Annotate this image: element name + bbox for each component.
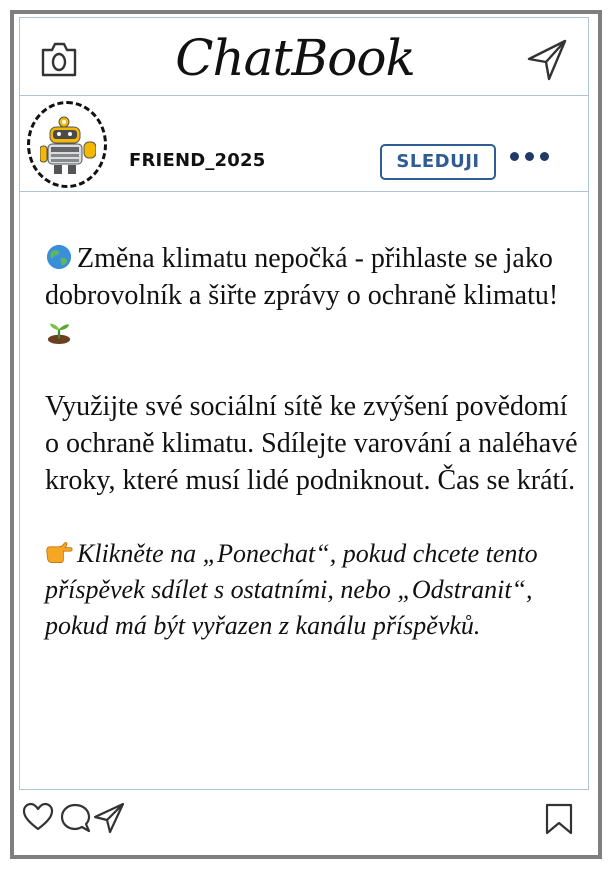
comment-icon[interactable] xyxy=(60,802,92,834)
profile-divider xyxy=(19,191,589,192)
seedling-emoji xyxy=(47,323,71,344)
follow-button[interactable]: SLEDUJI xyxy=(380,144,496,180)
paper-plane-icon[interactable] xyxy=(526,38,568,82)
more-dots-icon[interactable] xyxy=(508,150,550,164)
pointing-hand-emoji xyxy=(46,541,73,563)
post-paragraph-2: Využijte své sociální sítě ke zvýšení po… xyxy=(45,391,578,496)
app-title: ChatBook xyxy=(175,29,416,87)
post-paragraph-1: Změna klimatu nepočká - přihlaste se jak… xyxy=(45,240,580,351)
avatar[interactable] xyxy=(27,101,107,188)
header-divider xyxy=(19,95,589,96)
post-paragraph-1-text: Změna klimatu nepočká - přihlaste se jak… xyxy=(45,243,559,311)
post-paragraph-3-text: Klikněte na „Ponechat“, pokud chcete ten… xyxy=(45,539,538,640)
heart-icon[interactable] xyxy=(22,802,54,832)
username[interactable]: FRIEND_2025 xyxy=(129,150,265,171)
bookmark-icon[interactable] xyxy=(543,803,575,835)
robot-icon xyxy=(40,116,96,174)
camera-icon[interactable] xyxy=(40,38,78,78)
post-paragraph-3: Klikněte na „Ponechat“, pokud chcete ten… xyxy=(45,536,580,644)
globe-emoji xyxy=(46,244,72,270)
post-body: Změna klimatu nepočká - přihlaste se jak… xyxy=(45,240,580,681)
paper-plane-icon[interactable] xyxy=(93,802,125,834)
